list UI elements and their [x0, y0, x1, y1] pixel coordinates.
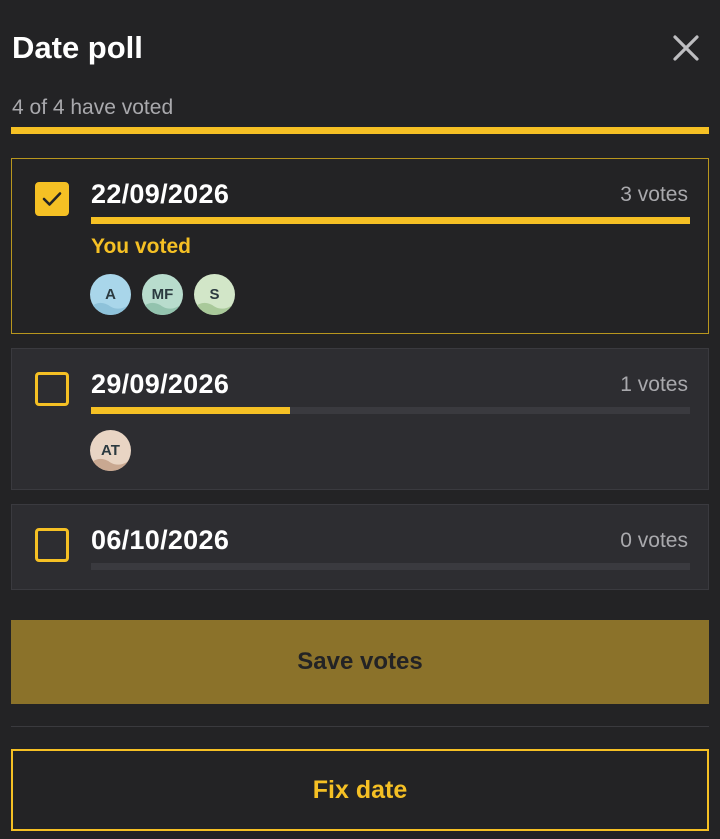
voter-avatars: AT: [90, 430, 131, 471]
avatar: AT: [90, 430, 131, 471]
option-progress-bar: [91, 407, 690, 414]
option-checkbox[interactable]: [35, 528, 69, 562]
option-progress-bar: [91, 563, 690, 570]
option-date: 22/09/2026: [91, 179, 230, 209]
option-progress-bar: [91, 217, 690, 224]
avatar: A: [90, 274, 131, 315]
poll-option-1[interactable]: 22/09/2026 3 votes You voted A MF S: [11, 158, 709, 334]
close-icon: [673, 35, 699, 61]
divider: [11, 726, 709, 727]
fix-date-button[interactable]: Fix date: [11, 749, 709, 831]
checkmark-icon: [42, 192, 62, 206]
option-date: 29/09/2026: [91, 369, 230, 399]
overall-progress-bar: [11, 127, 709, 134]
page-title: Date poll: [12, 30, 143, 65]
option-progress-fill: [91, 217, 690, 224]
save-votes-button[interactable]: Save votes: [11, 620, 709, 704]
poll-option-2[interactable]: 29/09/2026 1 votes AT: [11, 348, 709, 490]
option-progress-fill: [91, 407, 291, 414]
option-votes: 0 votes: [620, 529, 688, 552]
votes-summary: 4 of 4 have voted: [12, 96, 174, 119]
you-voted-label: You voted: [91, 235, 191, 258]
overall-progress-fill: [11, 127, 709, 134]
option-date: 06/10/2026: [91, 525, 230, 555]
option-checkbox[interactable]: [35, 372, 69, 406]
poll-option-3[interactable]: 06/10/2026 0 votes: [11, 504, 709, 590]
date-poll-sheet: Date poll 4 of 4 have voted 22/09/2026 3…: [0, 0, 720, 839]
close-button[interactable]: [668, 30, 704, 66]
option-votes: 3 votes: [620, 183, 688, 206]
voter-avatars: A MF S: [90, 274, 235, 315]
avatar: S: [194, 274, 235, 315]
avatar: MF: [142, 274, 183, 315]
option-votes: 1 votes: [620, 373, 688, 396]
option-checkbox[interactable]: [35, 182, 69, 216]
